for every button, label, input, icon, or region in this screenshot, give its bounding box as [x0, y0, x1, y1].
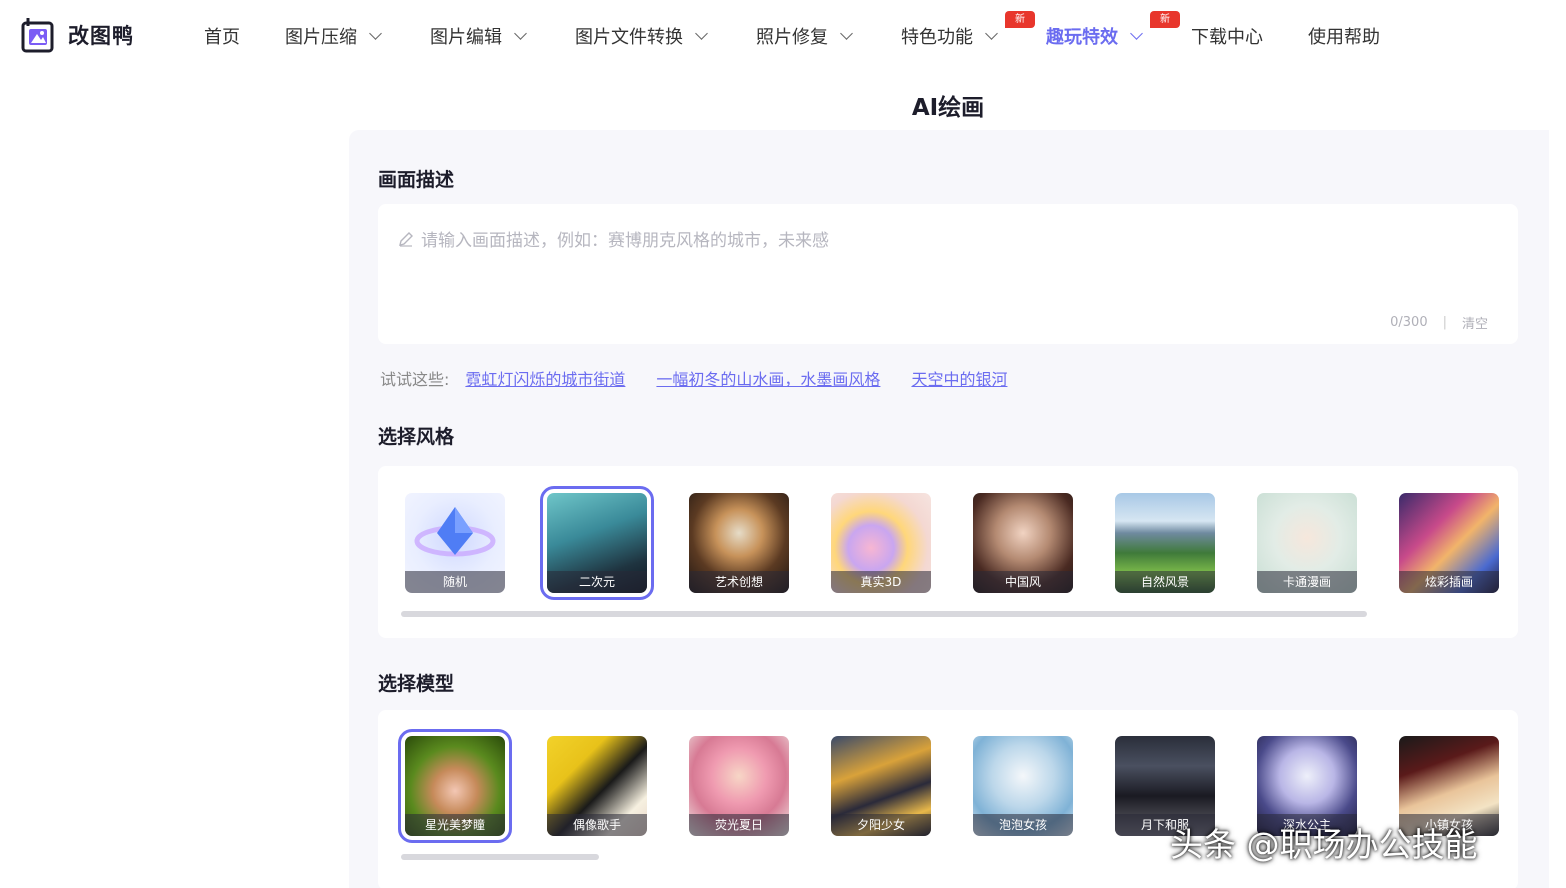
nav-item-download[interactable]: 下载中心	[1191, 24, 1263, 48]
description-title: 画面描述	[378, 169, 455, 191]
try-suggestions: 试试这些: 霓虹灯闪烁的城市街道 一幅初冬的山水画，水墨画风格 天空中的银河	[380, 366, 1038, 390]
divider: |	[1442, 315, 1447, 330]
model-option-idol[interactable]: 偶像歌手	[547, 736, 647, 836]
model-option-sunset[interactable]: 夕阳少女	[831, 736, 931, 836]
model-option-starlight[interactable]: 星光美梦瞳	[398, 729, 512, 843]
style-option-random[interactable]: 随机	[405, 493, 505, 593]
nav-label: 首页	[204, 27, 240, 48]
model-label: 荧光夏日	[689, 814, 789, 836]
nav-item-edit[interactable]: 图片编辑	[430, 24, 527, 48]
suggestion-link[interactable]: 天空中的银河	[911, 366, 1007, 390]
style-label: 中国风	[973, 571, 1073, 593]
brand-name: 改图鸭	[68, 24, 134, 48]
nav-label: 图片文件转换	[575, 27, 683, 48]
new-badge: 新	[1005, 11, 1035, 28]
style-option-chinese[interactable]: 中国风	[973, 493, 1073, 593]
placeholder-text: 请输入画面描述，例如：赛博朋克风格的城市，未来感	[421, 231, 829, 251]
model-scrollbar[interactable]	[401, 854, 599, 860]
pencil-icon	[399, 231, 413, 247]
model-section-title: 选择模型	[378, 673, 455, 695]
nav-label: 使用帮助	[1308, 27, 1380, 48]
suggestion-link[interactable]: 一幅初冬的山水画，水墨画风格	[656, 366, 880, 390]
style-option-nature[interactable]: 自然风景	[1115, 493, 1215, 593]
description-counter: 0/300 | 清空	[1390, 313, 1488, 332]
chevron-down-icon	[369, 26, 382, 40]
description-textarea[interactable]: 请输入画面描述，例如：赛博朋克风格的城市，未来感 0/300 | 清空	[378, 204, 1518, 344]
chevron-down-icon	[840, 26, 853, 40]
nav-label: 图片编辑	[430, 27, 502, 48]
nav-item-repair[interactable]: 照片修复	[756, 24, 853, 48]
style-label: 二次元	[547, 571, 647, 593]
model-label: 泡泡女孩	[973, 814, 1073, 836]
style-option-cartoon[interactable]: 卡通漫画	[1257, 493, 1357, 593]
nav-label: 照片修复	[756, 27, 828, 48]
style-label: 随机	[405, 571, 505, 593]
style-label: 卡通漫画	[1257, 571, 1357, 593]
page-title: AI绘画	[911, 95, 985, 121]
logo-icon	[20, 16, 58, 54]
model-option-summer[interactable]: 荧光夏日	[689, 736, 789, 836]
nav-label: 下载中心	[1191, 27, 1263, 48]
nav-label: 图片压缩	[285, 27, 357, 48]
style-option-anime[interactable]: 二次元	[540, 486, 654, 600]
chevron-down-icon	[514, 26, 527, 40]
style-scrollbar[interactable]	[401, 611, 1367, 617]
chevron-down-icon	[985, 26, 998, 40]
nav-label: 特色功能	[901, 27, 973, 48]
nav-item-convert[interactable]: 图片文件转换	[575, 24, 708, 48]
nav-item-fun-effects[interactable]: 趣玩特效	[1046, 24, 1143, 48]
model-label: 偶像歌手	[547, 814, 647, 836]
style-picker: 随机 二次元 艺术创想 真实3D 中国风 自然风景 卡通漫画 炫彩插画	[378, 466, 1518, 638]
style-option-colorful[interactable]: 炫彩插画	[1399, 493, 1499, 593]
nav-item-compress[interactable]: 图片压缩	[285, 24, 382, 48]
nav-item-home[interactable]: 首页	[204, 24, 240, 48]
style-label: 炫彩插画	[1399, 571, 1499, 593]
model-label: 星光美梦瞳	[405, 814, 505, 836]
style-option-art[interactable]: 艺术创想	[689, 493, 789, 593]
style-label: 自然风景	[1115, 571, 1215, 593]
style-label: 真实3D	[831, 571, 931, 593]
nav-item-help[interactable]: 使用帮助	[1308, 24, 1380, 48]
watermark: 头条 @职场办公技能	[1170, 825, 1478, 864]
new-badge: 新	[1150, 11, 1180, 28]
chevron-down-icon	[1130, 26, 1143, 40]
style-option-3d[interactable]: 真实3D	[831, 493, 931, 593]
suggestion-link[interactable]: 霓虹灯闪烁的城市街道	[465, 366, 625, 390]
clear-button[interactable]: 清空	[1462, 313, 1488, 332]
ai-drawing-panel: 画面描述 请输入画面描述，例如：赛博朋克风格的城市，未来感 0/300 | 清空…	[349, 130, 1549, 888]
nav-label: 趣玩特效	[1046, 27, 1118, 48]
logo[interactable]: 改图鸭	[20, 16, 134, 54]
char-count: 0/300	[1390, 315, 1428, 330]
try-label: 试试这些:	[380, 370, 450, 389]
style-label: 艺术创想	[689, 571, 789, 593]
nav-item-features[interactable]: 特色功能	[901, 24, 998, 48]
description-placeholder: 请输入画面描述，例如：赛博朋克风格的城市，未来感	[398, 226, 829, 251]
chevron-down-icon	[695, 26, 708, 40]
model-option-bubble[interactable]: 泡泡女孩	[973, 736, 1073, 836]
style-section-title: 选择风格	[378, 426, 455, 448]
top-nav: 改图鸭 首页 图片压缩 图片编辑 图片文件转换 照片修复 特色功能 新 趣玩特效…	[0, 0, 1566, 72]
model-label: 夕阳少女	[831, 814, 931, 836]
